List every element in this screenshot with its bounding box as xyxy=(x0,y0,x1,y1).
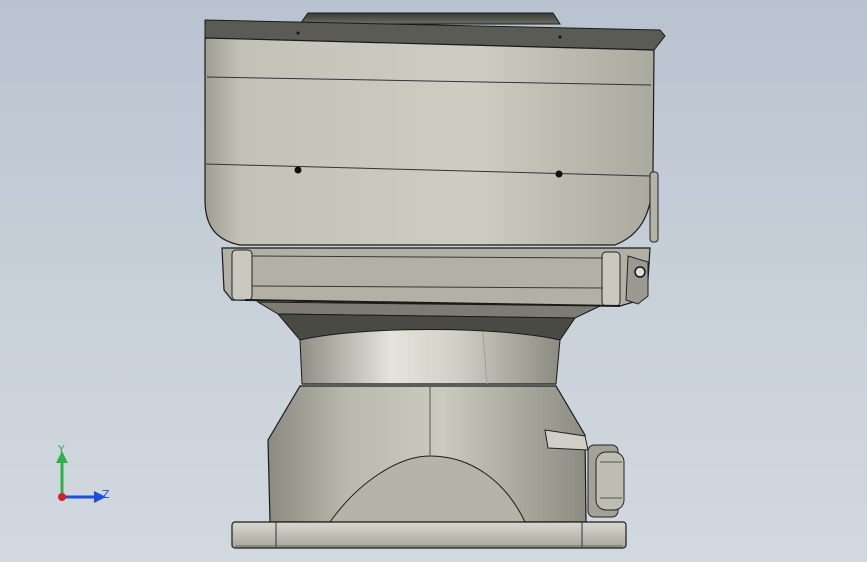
pan-tilt-camera-model[interactable] xyxy=(0,0,867,562)
camera-housing xyxy=(204,37,659,246)
pan-ring xyxy=(299,329,561,385)
x-axis-dot xyxy=(58,493,66,501)
tilt-bracket xyxy=(221,247,651,307)
base-flange xyxy=(231,521,627,549)
base-body xyxy=(267,385,587,523)
orientation-triad: Y Z xyxy=(56,443,110,503)
z-axis-label: Z xyxy=(102,488,110,501)
cad-viewport[interactable]: Y Z xyxy=(0,0,867,562)
housing-screw xyxy=(294,166,302,174)
tilt-knob xyxy=(634,266,646,278)
housing-screw xyxy=(555,170,563,178)
y-axis-label: Y xyxy=(57,443,65,456)
